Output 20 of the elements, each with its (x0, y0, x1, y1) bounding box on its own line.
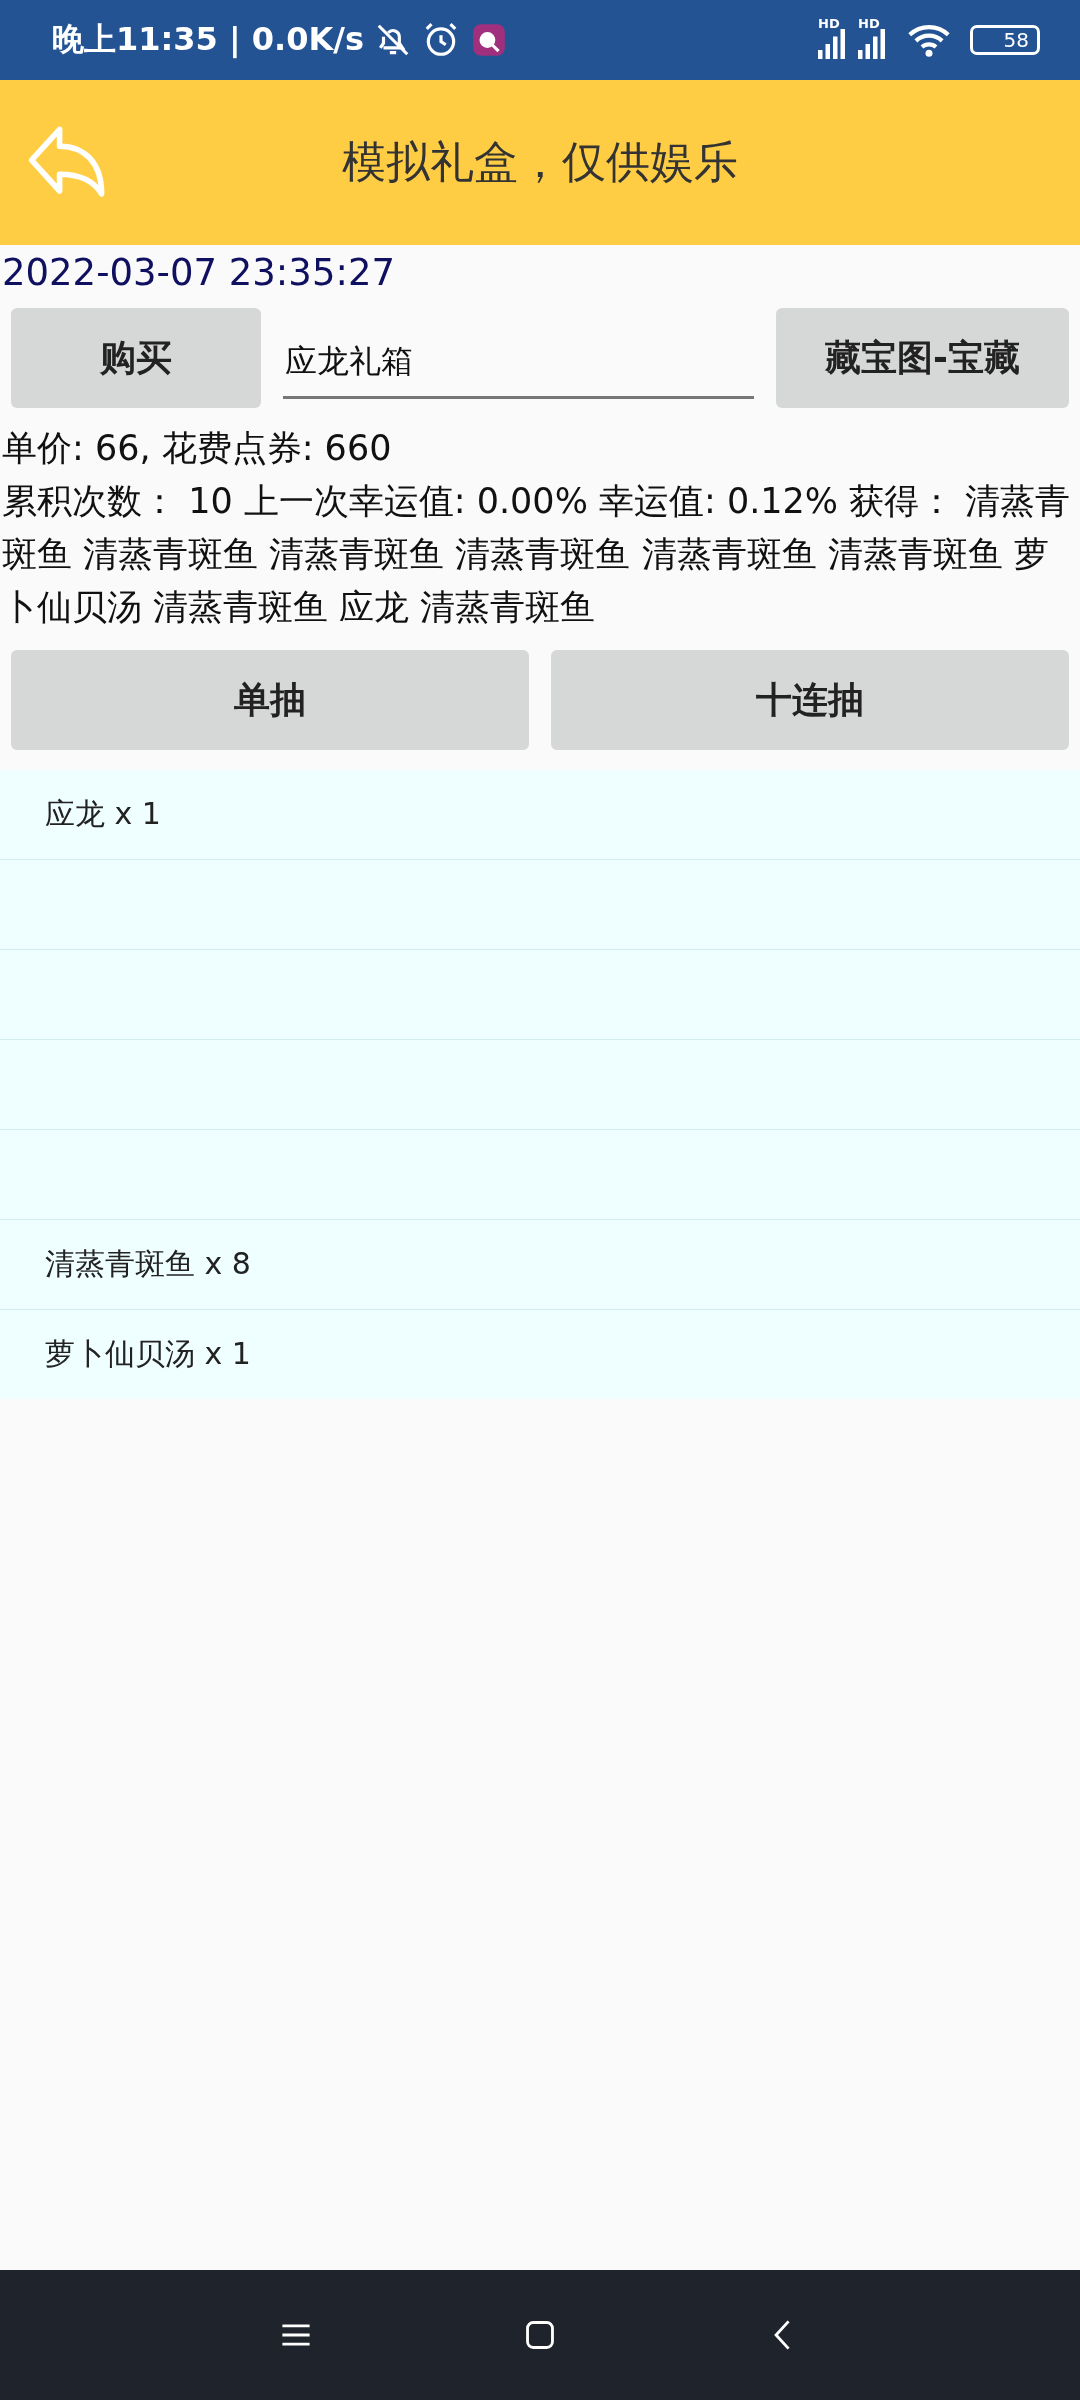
buy-button[interactable]: 购买 (11, 308, 261, 408)
item-count-text: 萝卜仙贝汤 x 1 (45, 1335, 251, 1373)
signal-icon (858, 29, 888, 59)
item-count-text: 清蒸青斑鱼 x 8 (45, 1245, 251, 1283)
battery-indicator: 58 (970, 25, 1040, 55)
wifi-icon (908, 22, 950, 58)
timestamp-text: 2022-03-07 23:35:27 (1, 250, 396, 294)
signal-icon (818, 29, 848, 59)
price-text: 单价: 66, 花费点券: 660 (1, 427, 393, 470)
draw-result-text: 累积次数： 10 上一次幸运值: 0.00% 幸运值: 0.12% 获得： 清蒸青斑鱼 清蒸青斑鱼 清蒸青斑鱼 清蒸青斑鱼 清蒸青斑鱼 清蒸青斑鱼 萝卜仙贝汤 清蒸青斑鱼 应龙 清蒸青斑鱼 (1, 480, 1072, 629)
gift-box-field[interactable]: 应龙礼箱 (283, 327, 754, 399)
draw-button[interactable]: 十连抽 (551, 650, 1069, 750)
page-title: 模拟礼盒，仅供娱乐 (341, 135, 739, 189)
item-count-text: 应龙 x 1 (45, 795, 161, 833)
treasure-map-button[interactable]: 藏宝图-宝藏 (776, 308, 1069, 408)
home-icon[interactable] (523, 2318, 557, 2352)
network-type-label: HD (858, 17, 880, 30)
draw-button[interactable]: 单抽 (11, 650, 529, 750)
status-time: 晚上11:35 | 0.0K/s (52, 19, 365, 60)
network-type-label: HD (818, 17, 840, 30)
